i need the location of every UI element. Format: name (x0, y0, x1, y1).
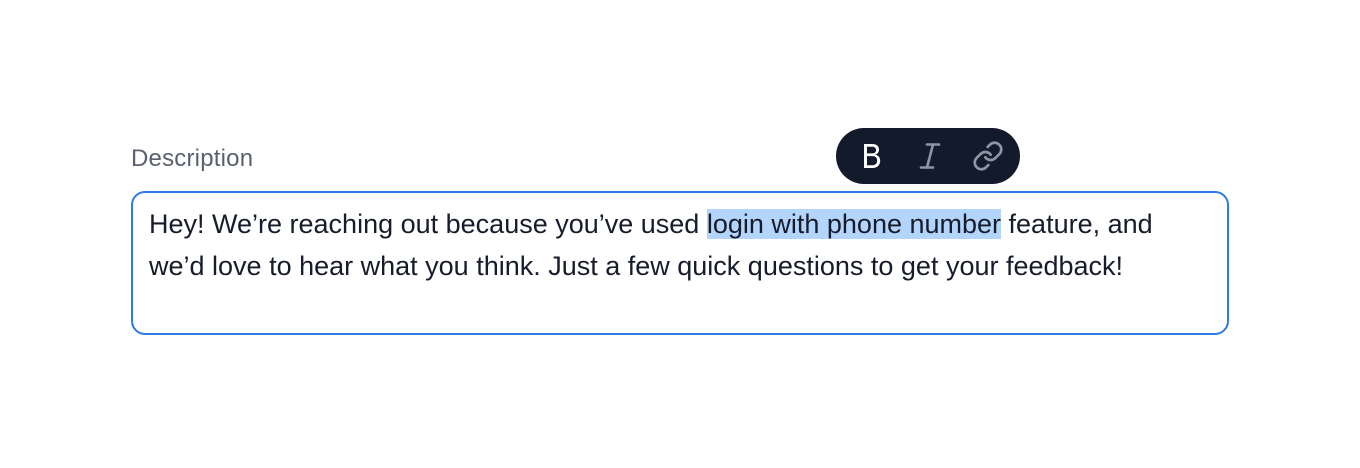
formatting-toolbar (836, 128, 1020, 184)
description-textarea[interactable]: Hey! We’re reaching out because you’ve u… (131, 191, 1229, 335)
bold-button[interactable] (855, 136, 889, 176)
italic-icon (919, 143, 941, 169)
description-editor-stage: Description Hey! We’re reaching out beca… (0, 0, 1360, 468)
selected-text: login with phone number (706, 209, 1002, 239)
description-label: Description (131, 145, 254, 172)
text-before-selection: Hey! We’re reaching out because you’ve u… (149, 209, 707, 239)
link-icon (973, 141, 1003, 171)
link-button[interactable] (971, 136, 1005, 176)
bold-icon (864, 144, 881, 168)
italic-button[interactable] (913, 136, 947, 176)
